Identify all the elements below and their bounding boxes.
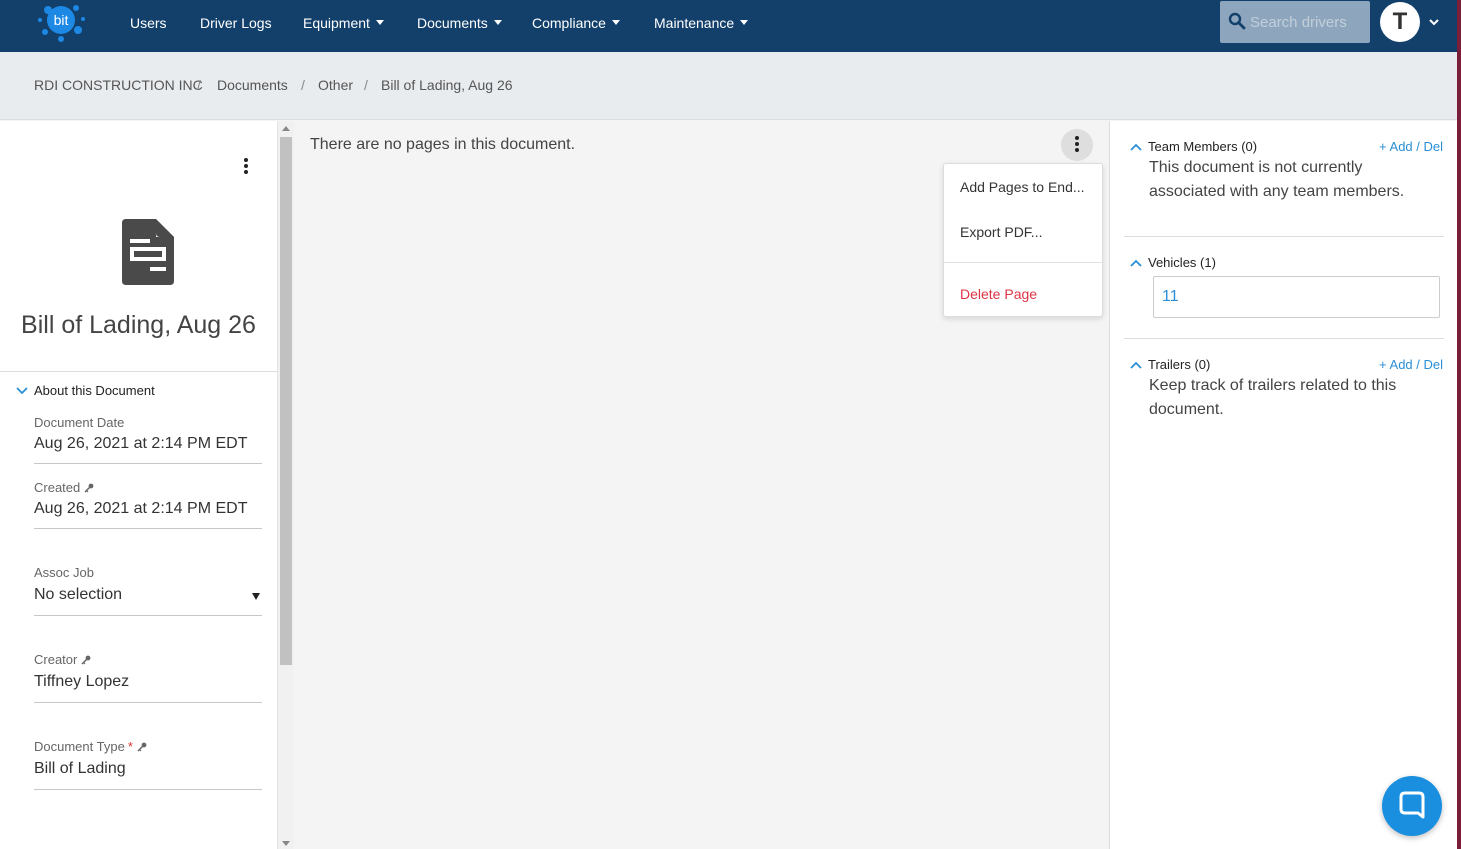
nav-users[interactable]: Users (130, 14, 167, 32)
about-document-toggle[interactable]: About this Document (16, 383, 155, 398)
breadcrumb-separator: / (301, 77, 305, 93)
pages-menu-button[interactable] (1061, 129, 1093, 161)
team-members-toggle[interactable]: Team Members (0) (1130, 139, 1257, 154)
document-icon (122, 219, 174, 285)
trailers-toggle[interactable]: Trailers (0) (1130, 357, 1210, 372)
team-members-add-del-link[interactable]: + Add / Del (1379, 139, 1443, 154)
created-label: Created (34, 480, 94, 495)
divider (1124, 338, 1444, 339)
caret-down-icon (493, 20, 502, 25)
document-details-panel: Bill of Lading, Aug 26 About this Docume… (0, 121, 277, 849)
scroll-down-icon[interactable] (282, 841, 290, 846)
document-title: Bill of Lading, Aug 26 (21, 311, 256, 339)
field-underline (34, 463, 262, 464)
search-input[interactable] (1250, 9, 1365, 35)
key-icon (81, 655, 91, 665)
chevron-up-icon (1130, 361, 1142, 369)
document-type-label: Document Type * (34, 739, 147, 754)
vehicle-item[interactable]: 11 (1153, 276, 1440, 318)
chevron-down-icon (16, 387, 28, 395)
created-field: Aug 26, 2021 at 2:14 PM EDT (34, 500, 248, 517)
menu-add-pages[interactable]: Add Pages to End... (960, 179, 1085, 195)
field-underline (34, 615, 262, 616)
top-navbar: bit Users Driver Logs Equipment Document… (0, 0, 1461, 52)
chevron-up-icon (1130, 259, 1142, 267)
breadcrumb-other[interactable]: Other (318, 77, 353, 93)
creator-label: Creator (34, 652, 91, 667)
nav-compliance[interactable]: Compliance (532, 14, 620, 32)
breadcrumb-current: Bill of Lading, Aug 26 (381, 77, 513, 93)
key-icon (137, 742, 147, 752)
document-date-label: Document Date (34, 415, 125, 430)
trailers-add-del-link[interactable]: + Add / Del (1379, 357, 1443, 372)
document-type-field[interactable]: Bill of Lading (34, 760, 126, 778)
nav-equipment[interactable]: Equipment (303, 14, 384, 32)
breadcrumb-separator: / (364, 77, 368, 93)
chat-icon (1399, 791, 1425, 819)
breadcrumb-documents[interactable]: Documents (217, 77, 288, 93)
document-date-field[interactable]: Aug 26, 2021 at 2:14 PM EDT (34, 435, 247, 453)
field-underline (34, 702, 262, 703)
assoc-job-label: Assoc Job (34, 565, 94, 580)
vehicle-link[interactable]: 11 (1162, 288, 1179, 306)
scroll-up-icon[interactable] (282, 126, 290, 131)
kebab-icon (1074, 136, 1080, 154)
key-icon (84, 483, 94, 493)
trailers-empty-text: Keep track of trailers related to this d… (1149, 377, 1397, 418)
divider (1124, 236, 1444, 237)
empty-pages-message: There are no pages in this document. (310, 136, 576, 153)
associations-panel: Team Members (0) + Add / Del This docume… (1109, 121, 1457, 849)
window-edge (1457, 0, 1461, 849)
select-arrow-icon[interactable] (252, 593, 260, 600)
caret-down-icon (740, 20, 749, 25)
divider (0, 371, 277, 372)
breadcrumb-company[interactable]: RDI CONSTRUCTION INC (34, 77, 203, 93)
creator-field: Tiffney Lopez (34, 673, 130, 690)
left-panel-scrollbar[interactable] (277, 121, 294, 849)
menu-divider (944, 262, 1102, 263)
logo-text: bit (54, 12, 69, 28)
vehicles-toggle[interactable]: Vehicles (1) (1130, 255, 1216, 270)
assoc-job-select[interactable]: No selection (34, 586, 122, 604)
chevron-up-icon (1130, 143, 1142, 151)
caret-down-icon (375, 20, 384, 25)
search-icon (1228, 12, 1246, 30)
field-underline (34, 789, 262, 790)
field-underline (34, 528, 262, 529)
kebab-icon[interactable] (243, 158, 249, 176)
app-logo[interactable]: bit (34, 0, 88, 44)
nav-maintenance[interactable]: Maintenance (654, 14, 749, 32)
breadcrumb-separator: / (197, 77, 201, 93)
team-members-empty-text: This document is not currently associate… (1149, 159, 1405, 200)
caret-down-icon (611, 20, 620, 25)
nav-documents[interactable]: Documents (417, 14, 502, 32)
breadcrumb: RDI CONSTRUCTION INC / Documents / Other… (0, 52, 1457, 120)
document-pages-area: There are no pages in this document. Add… (294, 121, 1109, 849)
pages-dropdown-menu: Add Pages to End... Export PDF... Delete… (943, 163, 1103, 317)
menu-export-pdf[interactable]: Export PDF... (960, 224, 1042, 240)
nav-driver-logs[interactable]: Driver Logs (200, 14, 272, 32)
chat-button[interactable] (1382, 776, 1442, 836)
user-avatar[interactable]: T (1380, 2, 1420, 42)
menu-delete-page[interactable]: Delete Page (960, 286, 1037, 302)
scroll-thumb[interactable] (280, 137, 292, 665)
chevron-down-icon[interactable] (1428, 16, 1440, 28)
search-box[interactable] (1220, 1, 1370, 43)
